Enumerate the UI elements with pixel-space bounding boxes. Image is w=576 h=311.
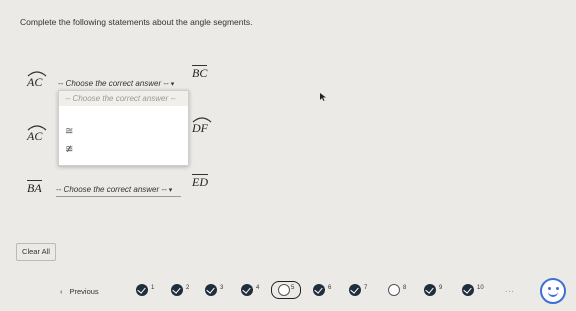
question-7-button[interactable]: 7	[349, 283, 379, 297]
statement2-left-label: AC	[27, 129, 43, 143]
question-8-button[interactable]: 8	[388, 283, 418, 297]
statement3-select-label: -- Choose the correct answer --	[56, 185, 167, 194]
question-number: 10	[477, 285, 484, 291]
check-icon	[241, 284, 253, 296]
statement3-left-label: BA	[27, 181, 42, 195]
clear-all-button[interactable]: Clear All	[16, 243, 56, 261]
caret-down-icon: ▾	[170, 81, 175, 88]
instruction-text: Complete the following statements about …	[20, 17, 253, 27]
question-9-button[interactable]: 9	[424, 283, 454, 297]
statement1-select-label: -- Choose the correct answer --	[58, 79, 169, 88]
statement3-right-segment: ED	[192, 174, 208, 190]
more-questions-ellipsis[interactable]: ...	[505, 285, 515, 294]
dropdown-option-congruent[interactable]: ≅	[59, 126, 188, 137]
answer-dropdown[interactable]: -- Choose the correct answer -- ≅ ≇	[58, 90, 189, 166]
check-icon	[205, 284, 217, 296]
check-icon	[424, 284, 436, 296]
arc-symbol	[27, 71, 47, 77]
dropdown-option-not-congruent[interactable]: ≇	[59, 144, 188, 155]
check-icon	[462, 284, 474, 296]
mouse-cursor-icon	[320, 93, 326, 101]
statement2-right-arc: DF	[192, 117, 212, 136]
smiley-mouth	[548, 289, 558, 297]
question-4-button[interactable]: 4	[241, 283, 271, 297]
statement1-right-segment: BC	[192, 65, 208, 81]
question-number: 4	[256, 285, 260, 291]
statement3-left-segment: BA	[27, 180, 42, 196]
question-number: 9	[439, 285, 443, 291]
question-10-button[interactable]: 10	[462, 283, 492, 297]
question-3-button[interactable]: 3	[205, 283, 235, 297]
question-number: 1	[151, 285, 155, 291]
check-icon	[313, 284, 325, 296]
segment-bar	[192, 174, 208, 175]
question-number: 3	[220, 285, 224, 291]
statement2-right-label: DF	[192, 121, 208, 135]
check-icon	[171, 284, 183, 296]
caret-down-icon: ▾	[168, 187, 173, 194]
question-6-button[interactable]: 6	[313, 283, 343, 297]
statement2-left-arc: AC	[27, 125, 47, 144]
dropdown-placeholder-option[interactable]: -- Choose the correct answer --	[59, 91, 188, 106]
empty-circle-icon	[388, 284, 400, 296]
smiley-icon[interactable]	[540, 278, 566, 304]
question-1-button[interactable]: 1	[136, 283, 166, 297]
empty-circle-icon	[278, 284, 290, 296]
check-icon	[349, 284, 361, 296]
question-number: 8	[403, 285, 407, 291]
question-number: 7	[364, 285, 368, 291]
statement1-left-label: AC	[27, 75, 43, 89]
question-number: 6	[328, 285, 332, 291]
segment-bar	[27, 180, 42, 181]
check-icon	[136, 284, 148, 296]
segment-bar	[192, 65, 208, 66]
statement3-select[interactable]: -- Choose the correct answer -- ▾	[56, 184, 181, 197]
statement1-right-label: BC	[192, 66, 208, 80]
arc-symbol	[27, 125, 47, 131]
arc-symbol	[192, 117, 212, 123]
question-5-button[interactable]: 5	[271, 281, 306, 299]
statement1-left-arc: AC	[27, 71, 47, 90]
question-number: 2	[186, 285, 190, 291]
question-navigator: 1 2 3 4 5 6 7 8 9 10	[0, 281, 576, 299]
statement3-right-label: ED	[192, 175, 208, 189]
question-number: 5	[291, 285, 295, 291]
question-2-button[interactable]: 2	[171, 283, 201, 297]
